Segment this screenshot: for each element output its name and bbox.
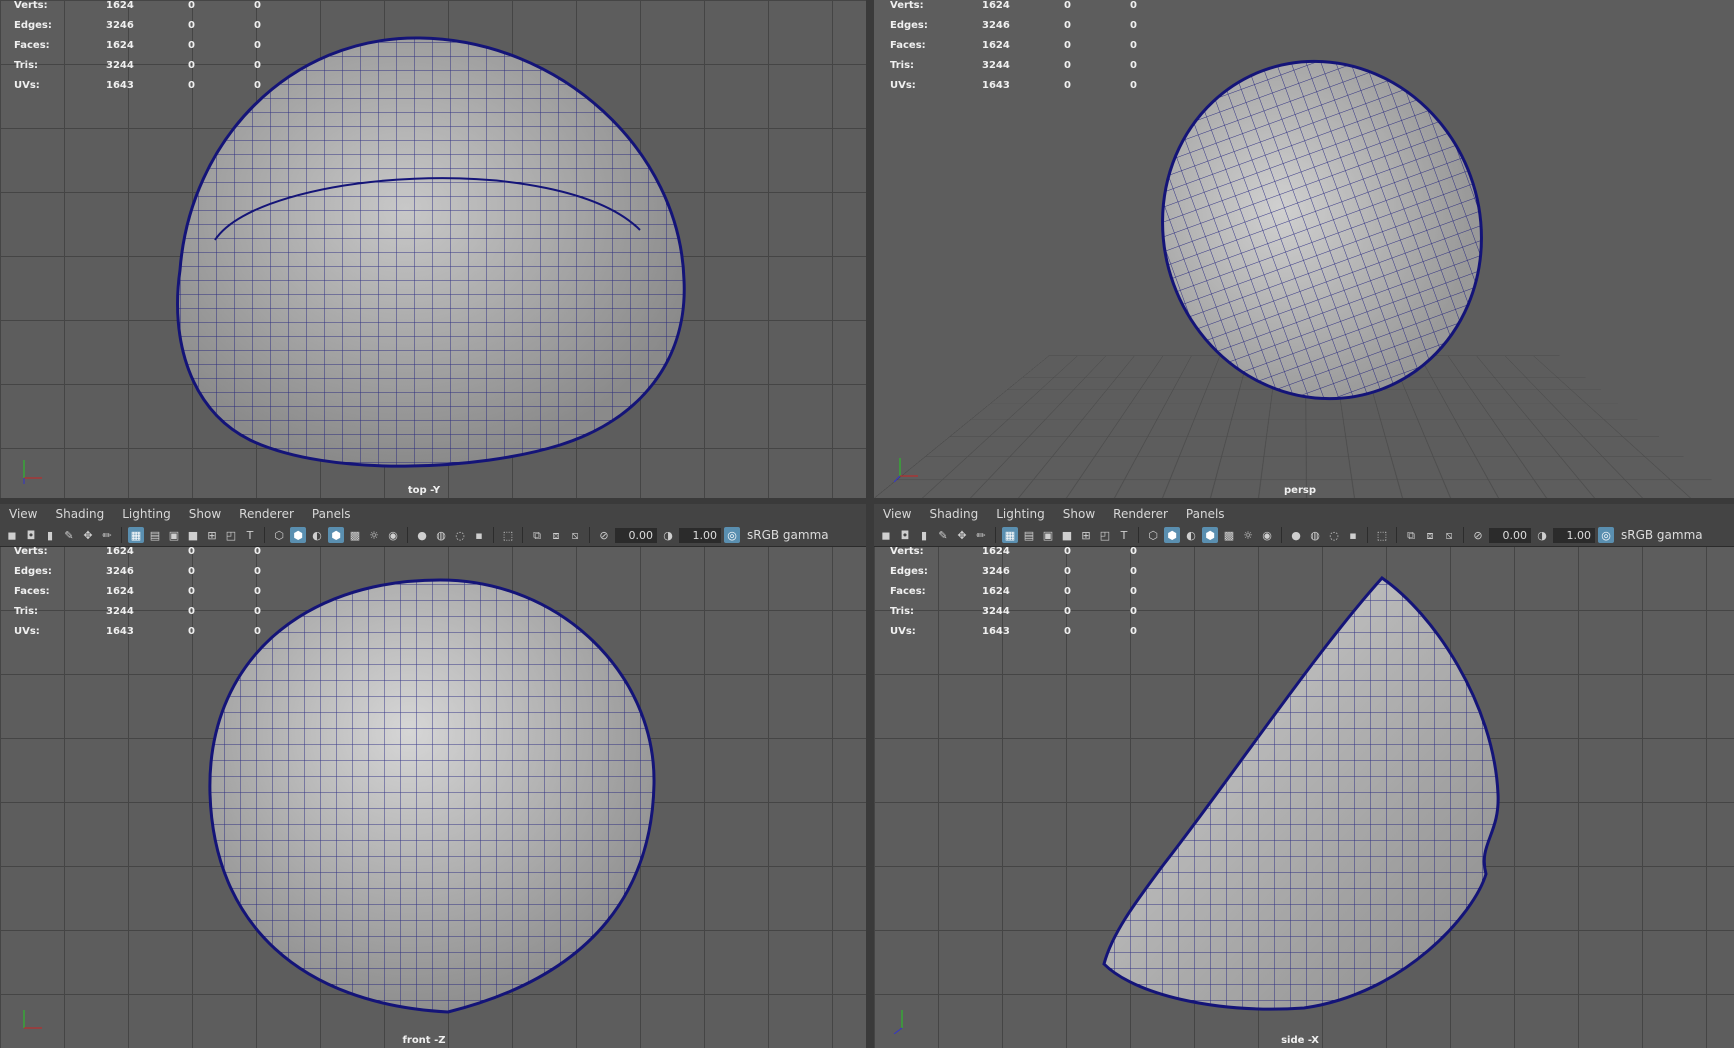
- hud-label: Edges:: [14, 566, 52, 577]
- hud-value: 0: [188, 586, 195, 597]
- hud-value: 0: [1130, 60, 1137, 71]
- hud-label: Edges:: [14, 20, 52, 31]
- hud-label: Tris:: [14, 60, 39, 71]
- hud-value: 0: [188, 566, 195, 577]
- camera-label: front -Z: [402, 1035, 446, 1046]
- hud-value: 1624: [106, 0, 134, 11]
- hud-value: 0: [188, 80, 195, 91]
- hud-label: Tris:: [14, 606, 39, 617]
- hud-value: 0: [1064, 586, 1071, 597]
- camera-label: side -X: [1281, 1035, 1319, 1046]
- hud-label: Edges:: [890, 20, 928, 31]
- hud-value: 0: [254, 80, 261, 91]
- hud-value: 0: [254, 586, 261, 597]
- hud-label: Verts:: [890, 0, 924, 11]
- hud-value: 3244: [982, 606, 1010, 617]
- hud-label: UVs:: [14, 80, 40, 91]
- hud-value: 3246: [106, 566, 134, 577]
- hud-label: Edges:: [890, 566, 928, 577]
- camera-label: top -Y: [407, 485, 441, 496]
- hud-value: 0: [254, 20, 261, 31]
- hud-value: 1643: [106, 626, 134, 637]
- hud-value: 0: [188, 40, 195, 51]
- hud-value: 0: [1064, 80, 1071, 91]
- hud-value: 1643: [106, 80, 134, 91]
- hud-value: 3244: [106, 606, 134, 617]
- hud-label: Verts:: [14, 0, 48, 11]
- hud-value: 1624: [982, 546, 1010, 557]
- hud-value: 0: [1064, 546, 1071, 557]
- hud-value: 1624: [982, 586, 1010, 597]
- hud-value: 0: [1064, 40, 1071, 51]
- hud-value: 0: [1064, 566, 1071, 577]
- mesh-top-view[interactable]: [0, 0, 866, 498]
- axis-gizmo-icon: [23, 1010, 42, 1029]
- hud-label: Verts:: [14, 546, 48, 557]
- hud-label: Faces:: [14, 40, 50, 51]
- hud-value: 0: [1064, 606, 1071, 617]
- hud-value: 0: [188, 20, 195, 31]
- hud-value: 0: [254, 626, 261, 637]
- hud-label: Verts:: [890, 546, 924, 557]
- hud-value: 0: [1130, 40, 1137, 51]
- hud-value: 0: [1130, 566, 1137, 577]
- viewport-front[interactable]: View Shading Lighting Show Renderer Pane…: [0, 504, 866, 1048]
- hud-label: Faces:: [890, 586, 926, 597]
- hud-value: 0: [254, 60, 261, 71]
- hud-value: 0: [188, 60, 195, 71]
- hud-value: 3246: [982, 20, 1010, 31]
- hud-label: Faces:: [890, 40, 926, 51]
- hud-value: 0: [1130, 626, 1137, 637]
- hud-value: 0: [1130, 546, 1137, 557]
- hud-value: 0: [1130, 586, 1137, 597]
- hud-value: 0: [254, 546, 261, 557]
- hud-value: 0: [188, 546, 195, 557]
- hud-value: 0: [254, 40, 261, 51]
- viewport-top[interactable]: Verts: 1624 0 0 Edges: 3246 0 0 Faces: 1624 0 0 T…: [0, 0, 866, 498]
- hud-value: 0: [188, 606, 195, 617]
- hud-value: 0: [1064, 0, 1071, 11]
- hud-value: 0: [254, 566, 261, 577]
- hud-value: 0: [188, 0, 195, 11]
- hud-value: 3244: [106, 60, 134, 71]
- hud-value: 0: [254, 0, 261, 11]
- hud-label: UVs:: [890, 80, 916, 91]
- hud-value: 0: [1130, 20, 1137, 31]
- hud-value: 0: [1064, 60, 1071, 71]
- viewport-side[interactable]: View Shading Lighting Show Renderer Pane…: [874, 504, 1734, 1048]
- hud-value: 0: [1064, 626, 1071, 637]
- hud-value: 0: [1064, 20, 1071, 31]
- viewport-persp[interactable]: Verts: 1624 0 0 Edges: 3246 0 0 Faces: 1624 0 0 T…: [874, 0, 1734, 498]
- hud-label: Tris:: [890, 60, 915, 71]
- axis-gizmo-icon: [893, 1010, 903, 1034]
- hud-value: 1624: [106, 40, 134, 51]
- hud-value: 1624: [982, 40, 1010, 51]
- hud-value: 0: [1130, 0, 1137, 11]
- hud-value: 0: [188, 626, 195, 637]
- hud-label: UVs:: [890, 626, 916, 637]
- hud-value: 1643: [982, 626, 1010, 637]
- axis-gizmo-icon: [893, 458, 918, 483]
- hud-value: 1643: [982, 80, 1010, 91]
- hud-value: 1624: [982, 0, 1010, 11]
- hud-label: Faces:: [14, 586, 50, 597]
- hud-value: 3246: [106, 20, 134, 31]
- hud-value: 1624: [106, 586, 134, 597]
- hud-value: 0: [1130, 606, 1137, 617]
- hud-value: 3246: [982, 566, 1010, 577]
- hud-value: 0: [254, 606, 261, 617]
- hud-value: 1624: [106, 546, 134, 557]
- hud-value: 0: [1130, 80, 1137, 91]
- mesh-persp-view[interactable]: [874, 0, 1734, 498]
- hud-value: 3244: [982, 60, 1010, 71]
- camera-label: persp: [1284, 485, 1316, 496]
- axis-gizmo-icon: [23, 460, 42, 484]
- hud-label: UVs:: [14, 626, 40, 637]
- hud-label: Tris:: [890, 606, 915, 617]
